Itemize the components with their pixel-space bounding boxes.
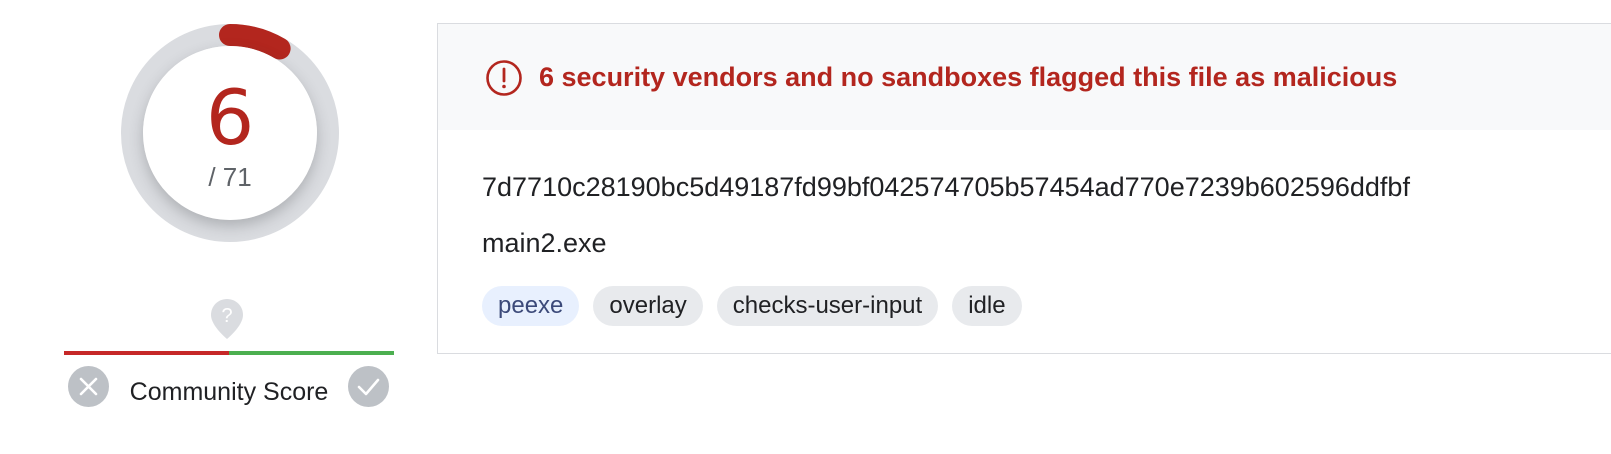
score-center: 6 / 71 [143, 46, 317, 220]
help-glyph: ? [221, 305, 232, 327]
community-score: ? Community Score [64, 296, 394, 416]
total-engines: / 71 [208, 162, 252, 192]
exclamation-circle-icon [486, 60, 522, 96]
detection-alert-text: 6 security vendors and no sandboxes flag… [539, 62, 1398, 92]
vote-harmless-button[interactable] [348, 366, 389, 407]
detection-alert-banner: 6 security vendors and no sandboxes flag… [438, 24, 1611, 130]
file-report-summary: 6 / 71 ? Community Score 6 security vend… [0, 0, 1611, 454]
community-score-bar [64, 351, 394, 355]
tag-idle[interactable]: idle [952, 286, 1022, 326]
tag-overlay[interactable]: overlay [593, 286, 703, 326]
positives-count: 6 [205, 73, 255, 162]
file-name: main2.exe [482, 228, 607, 258]
file-tags: peexe overlay checks-user-input idle [482, 286, 1022, 326]
file-hash[interactable]: 7d7710c28190bc5d49187fd99bf042574705b574… [482, 170, 1410, 204]
question-pin-icon[interactable]: ? [210, 298, 244, 340]
file-summary-card: 6 security vendors and no sandboxes flag… [437, 23, 1611, 354]
detection-score-ring: 6 / 71 [121, 24, 339, 242]
community-bar-positive [229, 351, 394, 355]
community-bar-negative [64, 351, 229, 355]
community-score-label: Community Score [129, 378, 329, 406]
tag-peexe[interactable]: peexe [482, 286, 580, 326]
tag-checks-user-input[interactable]: checks-user-input [716, 286, 939, 326]
check-icon [357, 378, 380, 396]
